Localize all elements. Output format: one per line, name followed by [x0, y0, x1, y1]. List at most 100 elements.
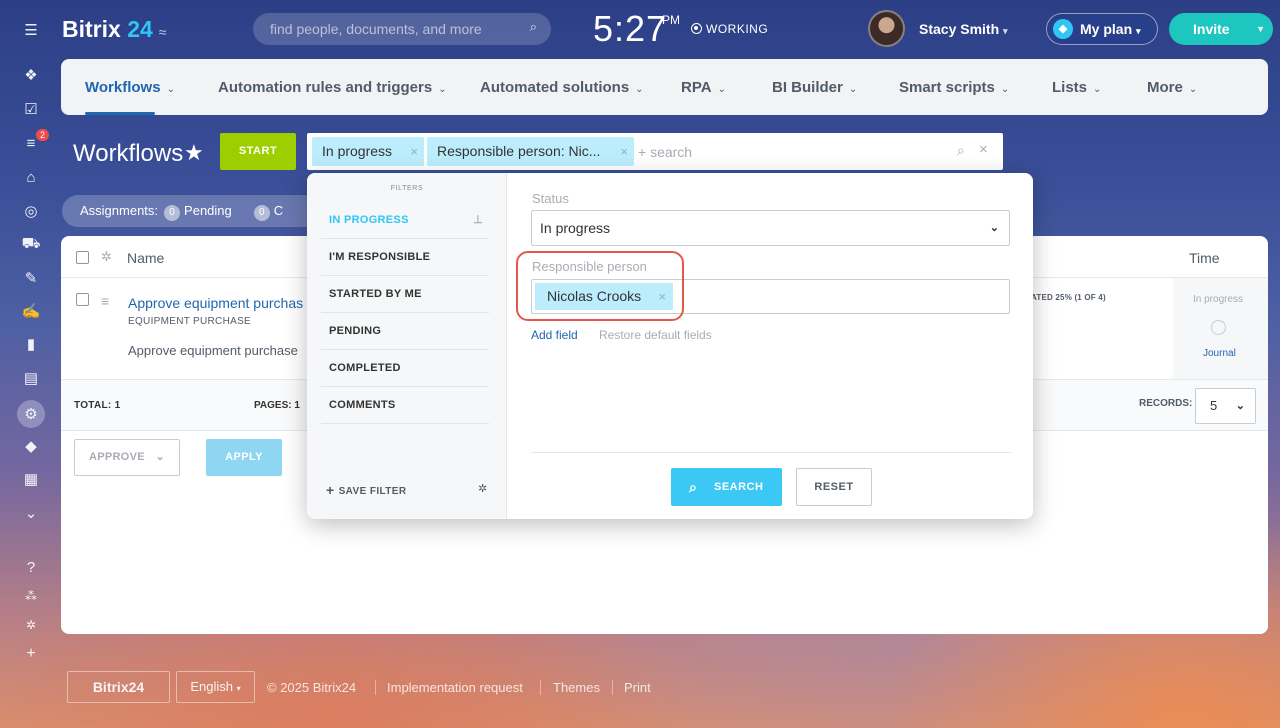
- clock-ampm: PM: [662, 13, 680, 27]
- structure-icon[interactable]: ⁂: [21, 586, 41, 606]
- search-icon[interactable]: ⌕: [530, 19, 537, 35]
- chevron-down-icon: ⌄: [989, 222, 999, 234]
- chevron-down-icon: ▾: [236, 684, 241, 693]
- pin-icon[interactable]: ⊥: [473, 202, 483, 239]
- app-logo[interactable]: Bitrix 24 ≈: [62, 16, 166, 43]
- implementation-request-link[interactable]: Implementation request: [387, 680, 523, 695]
- chevron-down-icon: ⌄: [1093, 84, 1102, 95]
- row-checkbox[interactable]: [76, 293, 89, 306]
- chevron-down-icon: ▼: [1256, 24, 1265, 34]
- section-nav: Workflows ⌄ Automation rules and triggers…: [61, 59, 1268, 115]
- more-down-icon[interactable]: ⌄: [21, 503, 41, 523]
- documents-icon[interactable]: ✎: [21, 268, 41, 288]
- add-field-link[interactable]: Add field: [531, 328, 578, 342]
- chevron-down-icon: ⌄: [438, 84, 447, 95]
- divider: [612, 680, 613, 695]
- reset-button[interactable]: RESET: [796, 468, 872, 506]
- preset-completed[interactable]: COMPLETED: [321, 350, 489, 387]
- theme-switch-icon[interactable]: ≈: [159, 24, 167, 40]
- tab-more[interactable]: More ⌄: [1147, 79, 1197, 96]
- search-icon[interactable]: ⌕: [957, 142, 965, 159]
- plus-icon: +: [326, 482, 335, 498]
- tab-automated-solutions[interactable]: Automated solutions ⌄: [480, 79, 644, 96]
- save-filter-button[interactable]: + SAVE FILTER: [326, 482, 407, 498]
- approve-action-select[interactable]: APPROVE ⌄: [74, 439, 180, 476]
- filter-chip-status[interactable]: In progress ×: [312, 137, 424, 166]
- filter-fields-panel: Status In progress ⌄ Responsible person N…: [507, 173, 1033, 519]
- tab-rpa[interactable]: RPA ⌄: [681, 79, 726, 96]
- preset-pending[interactable]: PENDING: [321, 313, 489, 350]
- filter-search-bar[interactable]: In progress × Responsible person: Nic... ×…: [307, 133, 1003, 170]
- feed-icon[interactable]: ❖: [21, 65, 41, 85]
- tab-workflows[interactable]: Workflows ⌄: [85, 79, 175, 96]
- filter-presets-panel: FILTERS IN PROGRESS ⊥ I'M RESPONSIBLE STA…: [307, 173, 507, 519]
- help-icon[interactable]: ?: [21, 557, 41, 577]
- apply-button[interactable]: APPLY: [206, 439, 282, 476]
- shop-cart-icon[interactable]: ⛟: [21, 234, 41, 254]
- tab-lists[interactable]: Lists ⌄: [1052, 79, 1101, 96]
- tab-automation-rules[interactable]: Automation rules and triggers ⌄: [218, 79, 447, 96]
- journal-link[interactable]: Journal: [1203, 348, 1236, 359]
- company-icon[interactable]: ⌂: [21, 167, 41, 187]
- start-button[interactable]: START: [220, 133, 296, 170]
- tab-smart-scripts[interactable]: Smart scripts ⌄: [899, 79, 1009, 96]
- filter-chip-responsible[interactable]: Responsible person: Nic... ×: [427, 137, 634, 166]
- workflow-progress: ATED 25% (1 OF 4): [1031, 293, 1106, 302]
- column-name[interactable]: Name: [127, 250, 164, 266]
- clock-time: 5:27: [593, 8, 668, 49]
- goals-icon[interactable]: ◎: [21, 201, 41, 221]
- column-time[interactable]: Time: [1189, 250, 1220, 266]
- page-title: Workflows: [73, 140, 184, 167]
- select-all-checkbox[interactable]: [76, 251, 89, 264]
- close-icon[interactable]: ×: [620, 137, 628, 166]
- tasks-icon[interactable]: ☑: [21, 99, 41, 119]
- my-plan-button[interactable]: ◆ My plan ▾: [1046, 13, 1158, 45]
- settings-icon[interactable]: ✲: [21, 615, 41, 635]
- print-link[interactable]: Print: [624, 680, 651, 695]
- global-search-input[interactable]: [270, 13, 510, 45]
- preset-in-progress[interactable]: IN PROGRESS ⊥: [321, 202, 489, 239]
- filter-search-input[interactable]: [638, 137, 938, 166]
- chevron-down-icon: ⌄: [635, 84, 644, 95]
- analytics-icon[interactable]: ▮: [21, 334, 41, 354]
- sign-icon[interactable]: ✍: [21, 301, 41, 321]
- workflow-link[interactable]: Approve equipment purchas: [128, 295, 303, 311]
- records-per-page-select[interactable]: 5 ⌄: [1195, 388, 1256, 424]
- user-menu[interactable]: Stacy Smith ▾: [919, 21, 1008, 37]
- active-tab-indicator: [85, 112, 155, 115]
- contact-card-icon[interactable]: ▤: [21, 368, 41, 388]
- box-icon[interactable]: ◆: [21, 436, 41, 456]
- chevron-down-icon: ⌄: [1000, 84, 1010, 95]
- preset-im-responsible[interactable]: I'M RESPONSIBLE: [321, 239, 489, 276]
- invite-button[interactable]: Invite ▼: [1169, 13, 1273, 45]
- language-select[interactable]: English ▾: [176, 671, 255, 703]
- search-button[interactable]: ⌕ SEARCH: [671, 468, 782, 506]
- search-icon: ⌕: [689, 479, 698, 495]
- workflow-description: Approve equipment purchase: [128, 343, 298, 358]
- status-select[interactable]: In progress ⌄: [531, 210, 1010, 246]
- avatar[interactable]: [868, 10, 905, 47]
- robot-icon[interactable]: ⚙: [17, 400, 45, 428]
- gear-icon[interactable]: ✲: [478, 482, 487, 495]
- clear-icon[interactable]: ×: [979, 141, 988, 158]
- filter-popup: FILTERS IN PROGRESS ⊥ I'M RESPONSIBLE STA…: [307, 173, 1033, 519]
- restore-default-fields-link[interactable]: Restore default fields: [599, 328, 712, 342]
- top-bar: Bitrix 24≈ ⌕ 5:27 PM WORKING Stacy Smith…: [62, 0, 1280, 58]
- tab-bi-builder[interactable]: BI Builder ⌄: [772, 79, 857, 96]
- global-search[interactable]: ⌕: [253, 13, 551, 45]
- preset-comments[interactable]: COMMENTS: [321, 387, 489, 424]
- row-menu-icon[interactable]: ≡: [101, 293, 109, 309]
- themes-link[interactable]: Themes: [553, 680, 600, 695]
- favorite-star-icon[interactable]: ★: [184, 140, 204, 166]
- divider: [531, 452, 1012, 453]
- calendar-icon[interactable]: ▦: [21, 469, 41, 489]
- menu-icon[interactable]: ☰: [21, 20, 41, 40]
- work-status[interactable]: WORKING: [691, 22, 768, 36]
- pending-counter[interactable]: Pending: [184, 203, 232, 218]
- gear-icon[interactable]: ✲: [101, 249, 112, 265]
- status-field-label: Status: [532, 191, 569, 206]
- footer-logo[interactable]: Bitrix24: [67, 671, 170, 703]
- close-icon[interactable]: ×: [410, 137, 418, 166]
- plus-icon[interactable]: +: [21, 644, 41, 664]
- preset-started-by-me[interactable]: STARTED BY ME: [321, 276, 489, 313]
